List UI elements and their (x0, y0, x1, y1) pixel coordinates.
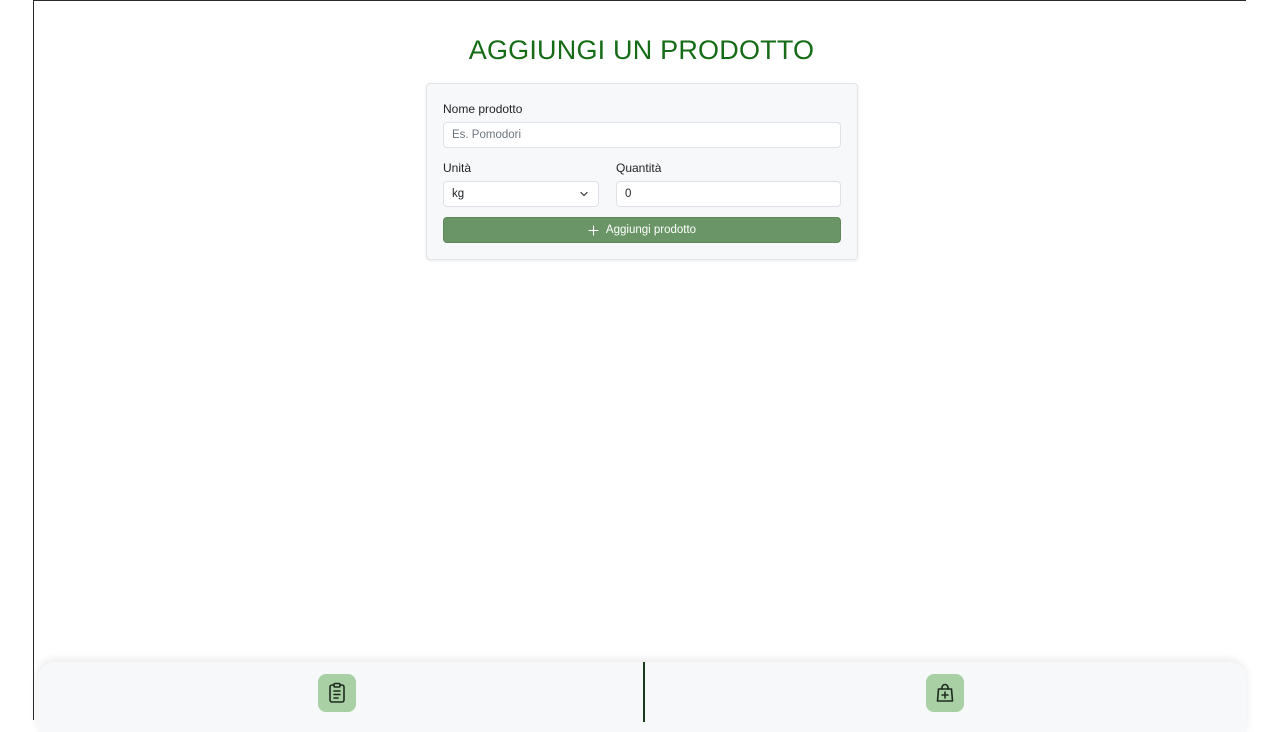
unit-select[interactable]: kg (443, 181, 599, 207)
add-product-form: Nome prodotto Unità kg Quantità Aggiungi… (426, 83, 858, 260)
nav-divider (643, 662, 645, 722)
chevron-down-icon (580, 191, 588, 197)
nav-add-product-button[interactable] (926, 674, 964, 712)
unit-label: Unità (443, 161, 472, 175)
unit-select-value: kg (452, 188, 465, 200)
bag-plus-icon (936, 683, 954, 702)
nav-product-list-button[interactable] (318, 674, 356, 712)
plus-icon (588, 224, 599, 236)
product-name-label: Nome prodotto (443, 102, 523, 116)
add-product-button[interactable]: Aggiungi prodotto (443, 217, 841, 243)
quantity-label: Quantità (616, 161, 662, 175)
product-name-input[interactable] (443, 122, 841, 148)
clipboard-list-icon (329, 682, 345, 703)
add-product-button-label: Aggiungi prodotto (605, 224, 697, 236)
bottom-nav (37, 662, 1247, 732)
app-frame: AGGIUNGI UN PRODOTTO Nome prodotto Unità… (33, 0, 1247, 732)
page-title: AGGIUNGI UN PRODOTTO (468, 35, 815, 65)
quantity-input[interactable] (616, 181, 841, 207)
